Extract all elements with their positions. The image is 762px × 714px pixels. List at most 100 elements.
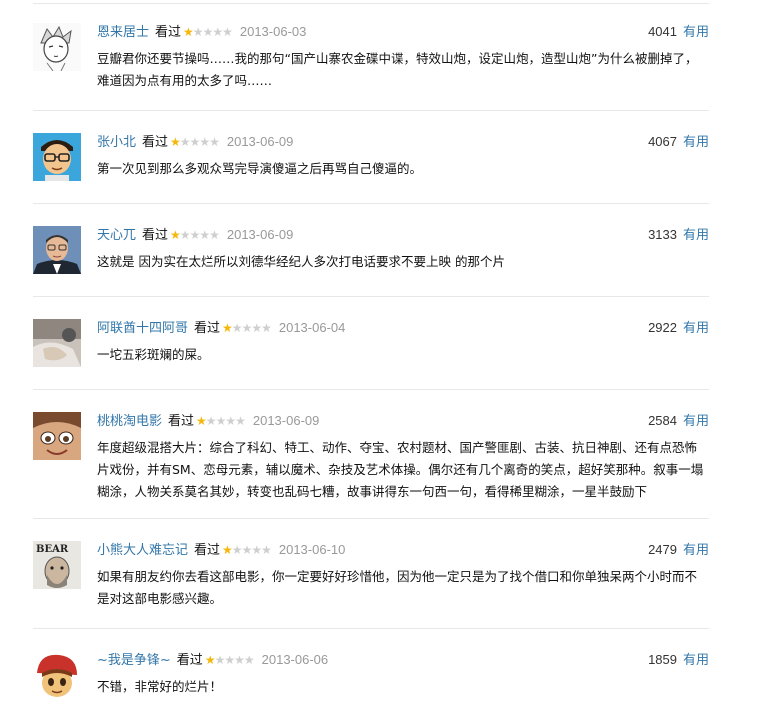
- vote-area: 4041 有用: [648, 23, 709, 41]
- star-filled-icon: ★: [222, 543, 233, 557]
- review-item: 张小北 看过 ★★★★★ 2013-06-09 4067 有用 第一次见到那么多观众骂完…: [33, 133, 709, 193]
- review-date: 2013-06-09: [226, 134, 294, 149]
- star-empty-icon: ★: [215, 414, 227, 428]
- star-filled-icon: ★: [170, 135, 181, 149]
- review-item: BEAR 小熊大人难忘记 看过 ★★★★★ 2013-06-10 2479 有用 如果有…: [33, 541, 709, 613]
- star-empty-icon: ★: [189, 135, 201, 149]
- watched-label: 看过: [176, 653, 203, 668]
- star-filled-icon: ★: [204, 653, 216, 667]
- review-content: 这就是 因为实在太烂所以刘德华经纪人多次打电话要求不要上映 的那个片: [97, 254, 505, 269]
- review-content: 豆瓣君你还要节操吗……我的那句“国产山寨农金碟中谍，特效山炮，设定山炮，造型山炮…: [97, 51, 698, 88]
- review-date: 2013-06-04: [278, 320, 346, 335]
- star-filled-icon: ★: [183, 25, 194, 39]
- rating-stars: ★★★★★: [170, 133, 220, 151]
- star-empty-icon: ★: [241, 543, 253, 557]
- star-empty-icon: ★: [241, 321, 253, 335]
- review-meta: 恩来居士 看过 ★★★★★ 2013-06-03: [97, 23, 306, 41]
- divider: [33, 628, 709, 629]
- bear-badge-avatar-icon[interactable]: BEAR: [33, 541, 81, 589]
- vote-area: 4067 有用: [648, 133, 709, 151]
- review-item: 桃桃淘电影 看过 ★★★★★ 2013-06-09 2584 有用 年度超级混搭大片：综…: [33, 412, 709, 506]
- useful-button[interactable]: 有用: [683, 228, 709, 243]
- review-item: 恩来居士 看过 ★★★★★ 2013-06-03 4041 有用 豆瓣君你还要节操吗………: [33, 23, 709, 93]
- star-empty-icon: ★: [261, 543, 272, 557]
- divider: [33, 110, 709, 111]
- star-filled-icon: ★: [222, 321, 233, 335]
- review-meta: ~我是争锋~ 看过 ★★★★★ 2013-06-06: [97, 651, 328, 669]
- review-date: 2013-06-03: [239, 24, 307, 39]
- star-empty-icon: ★: [231, 543, 243, 557]
- useful-button[interactable]: 有用: [683, 414, 709, 429]
- vote-area: 3133 有用: [648, 226, 709, 244]
- cartoon-glasses-man-avatar-icon[interactable]: [33, 133, 81, 181]
- useful-button[interactable]: 有用: [683, 543, 709, 558]
- star-empty-icon: ★: [231, 321, 243, 335]
- star-empty-icon: ★: [243, 653, 255, 667]
- review-date: 2013-06-09: [252, 413, 320, 428]
- review-content: 不错，非常好的烂片！: [97, 679, 223, 694]
- vote-count: 2584: [648, 413, 677, 428]
- useful-button[interactable]: 有用: [683, 135, 709, 150]
- useful-button[interactable]: 有用: [683, 25, 709, 40]
- vote-area: 2922 有用: [648, 319, 709, 337]
- anime-girl-avatar-icon[interactable]: [33, 412, 81, 460]
- watched-label: 看过: [142, 135, 169, 150]
- review-date: 2013-06-10: [278, 542, 346, 557]
- rating-stars: ★★★★★: [204, 651, 255, 669]
- review-item: ~我是争锋~ 看过 ★★★★★ 2013-06-06 1859 有用 不错，非常好的烂片…: [33, 651, 709, 711]
- reviewer-link[interactable]: 恩来居士: [97, 25, 149, 40]
- review-item: 阿联酋十四阿哥 看过 ★★★★★ 2013-06-04 2922 有用 一坨五彩斑斓的屎…: [33, 319, 709, 379]
- reviewer-link[interactable]: 阿联酋十四阿哥: [97, 321, 188, 336]
- rating-stars: ★★★★★: [183, 23, 233, 41]
- star-empty-icon: ★: [261, 321, 272, 335]
- review-meta: 阿联酋十四阿哥 看过 ★★★★★ 2013-06-04: [97, 319, 345, 337]
- bear-logo-text: BEAR: [36, 544, 69, 555]
- watched-label: 看过: [168, 414, 195, 429]
- star-filled-icon: ★: [170, 228, 181, 242]
- review-meta: 小熊大人难忘记 看过 ★★★★★ 2013-06-10: [97, 541, 345, 559]
- rating-stars: ★★★★★: [170, 226, 220, 244]
- useful-button[interactable]: 有用: [683, 321, 709, 336]
- reviewer-link[interactable]: ~我是争锋~: [97, 653, 171, 668]
- man-portrait-glasses-avatar-icon[interactable]: [33, 226, 81, 274]
- vote-count: 2922: [648, 320, 677, 335]
- cartoon-red-hat-avatar-icon[interactable]: [33, 651, 81, 699]
- reviewer-link[interactable]: 桃桃淘电影: [97, 414, 162, 429]
- vote-count: 2479: [648, 542, 677, 557]
- watched-label: 看过: [155, 25, 182, 40]
- star-empty-icon: ★: [224, 653, 235, 667]
- vote-area: 2584 有用: [648, 412, 709, 430]
- review-content: 年度超级混搭大片：综合了科幻、特工、动作、夺宝、农村题材、国产警匪剧、古装、抗日…: [97, 440, 704, 499]
- reviewer-link[interactable]: 天心兀: [97, 228, 136, 243]
- star-empty-icon: ★: [212, 25, 223, 39]
- reviewer-link[interactable]: 小熊大人难忘记: [97, 543, 188, 558]
- photo-avatar-icon[interactable]: [33, 319, 81, 367]
- star-empty-icon: ★: [189, 228, 201, 242]
- vote-area: 1859 有用: [648, 651, 709, 669]
- useful-button[interactable]: 有用: [683, 653, 709, 668]
- star-empty-icon: ★: [209, 228, 220, 242]
- vote-count: 1859: [648, 652, 677, 667]
- star-empty-icon: ★: [199, 228, 210, 242]
- vote-area: 2479 有用: [648, 541, 709, 559]
- star-empty-icon: ★: [209, 135, 220, 149]
- divider: [33, 203, 709, 204]
- star-empty-icon: ★: [202, 25, 214, 39]
- vote-count: 4041: [648, 24, 677, 39]
- divider: [33, 518, 709, 519]
- star-empty-icon: ★: [179, 228, 191, 242]
- divider: [33, 389, 709, 390]
- review-content: 如果有朋友约你去看这部电影，你一定要好好珍惜他，因为他一定只是为了找个借口和你单…: [97, 569, 698, 606]
- watched-label: 看过: [142, 228, 169, 243]
- star-empty-icon: ★: [214, 653, 226, 667]
- sketch-anime-avatar-icon[interactable]: [33, 23, 81, 71]
- watched-label: 看过: [194, 321, 221, 336]
- star-empty-icon: ★: [222, 25, 233, 39]
- vote-count: 3133: [648, 227, 677, 242]
- review-meta: 张小北 看过 ★★★★★ 2013-06-09: [97, 133, 293, 151]
- review-date: 2013-06-09: [226, 227, 294, 242]
- star-empty-icon: ★: [199, 135, 210, 149]
- star-empty-icon: ★: [205, 414, 217, 428]
- reviewer-link[interactable]: 张小北: [97, 135, 136, 150]
- review-item: 天心兀 看过 ★★★★★ 2013-06-09 3133 有用 这就是 因为实在太烂所以…: [33, 226, 709, 286]
